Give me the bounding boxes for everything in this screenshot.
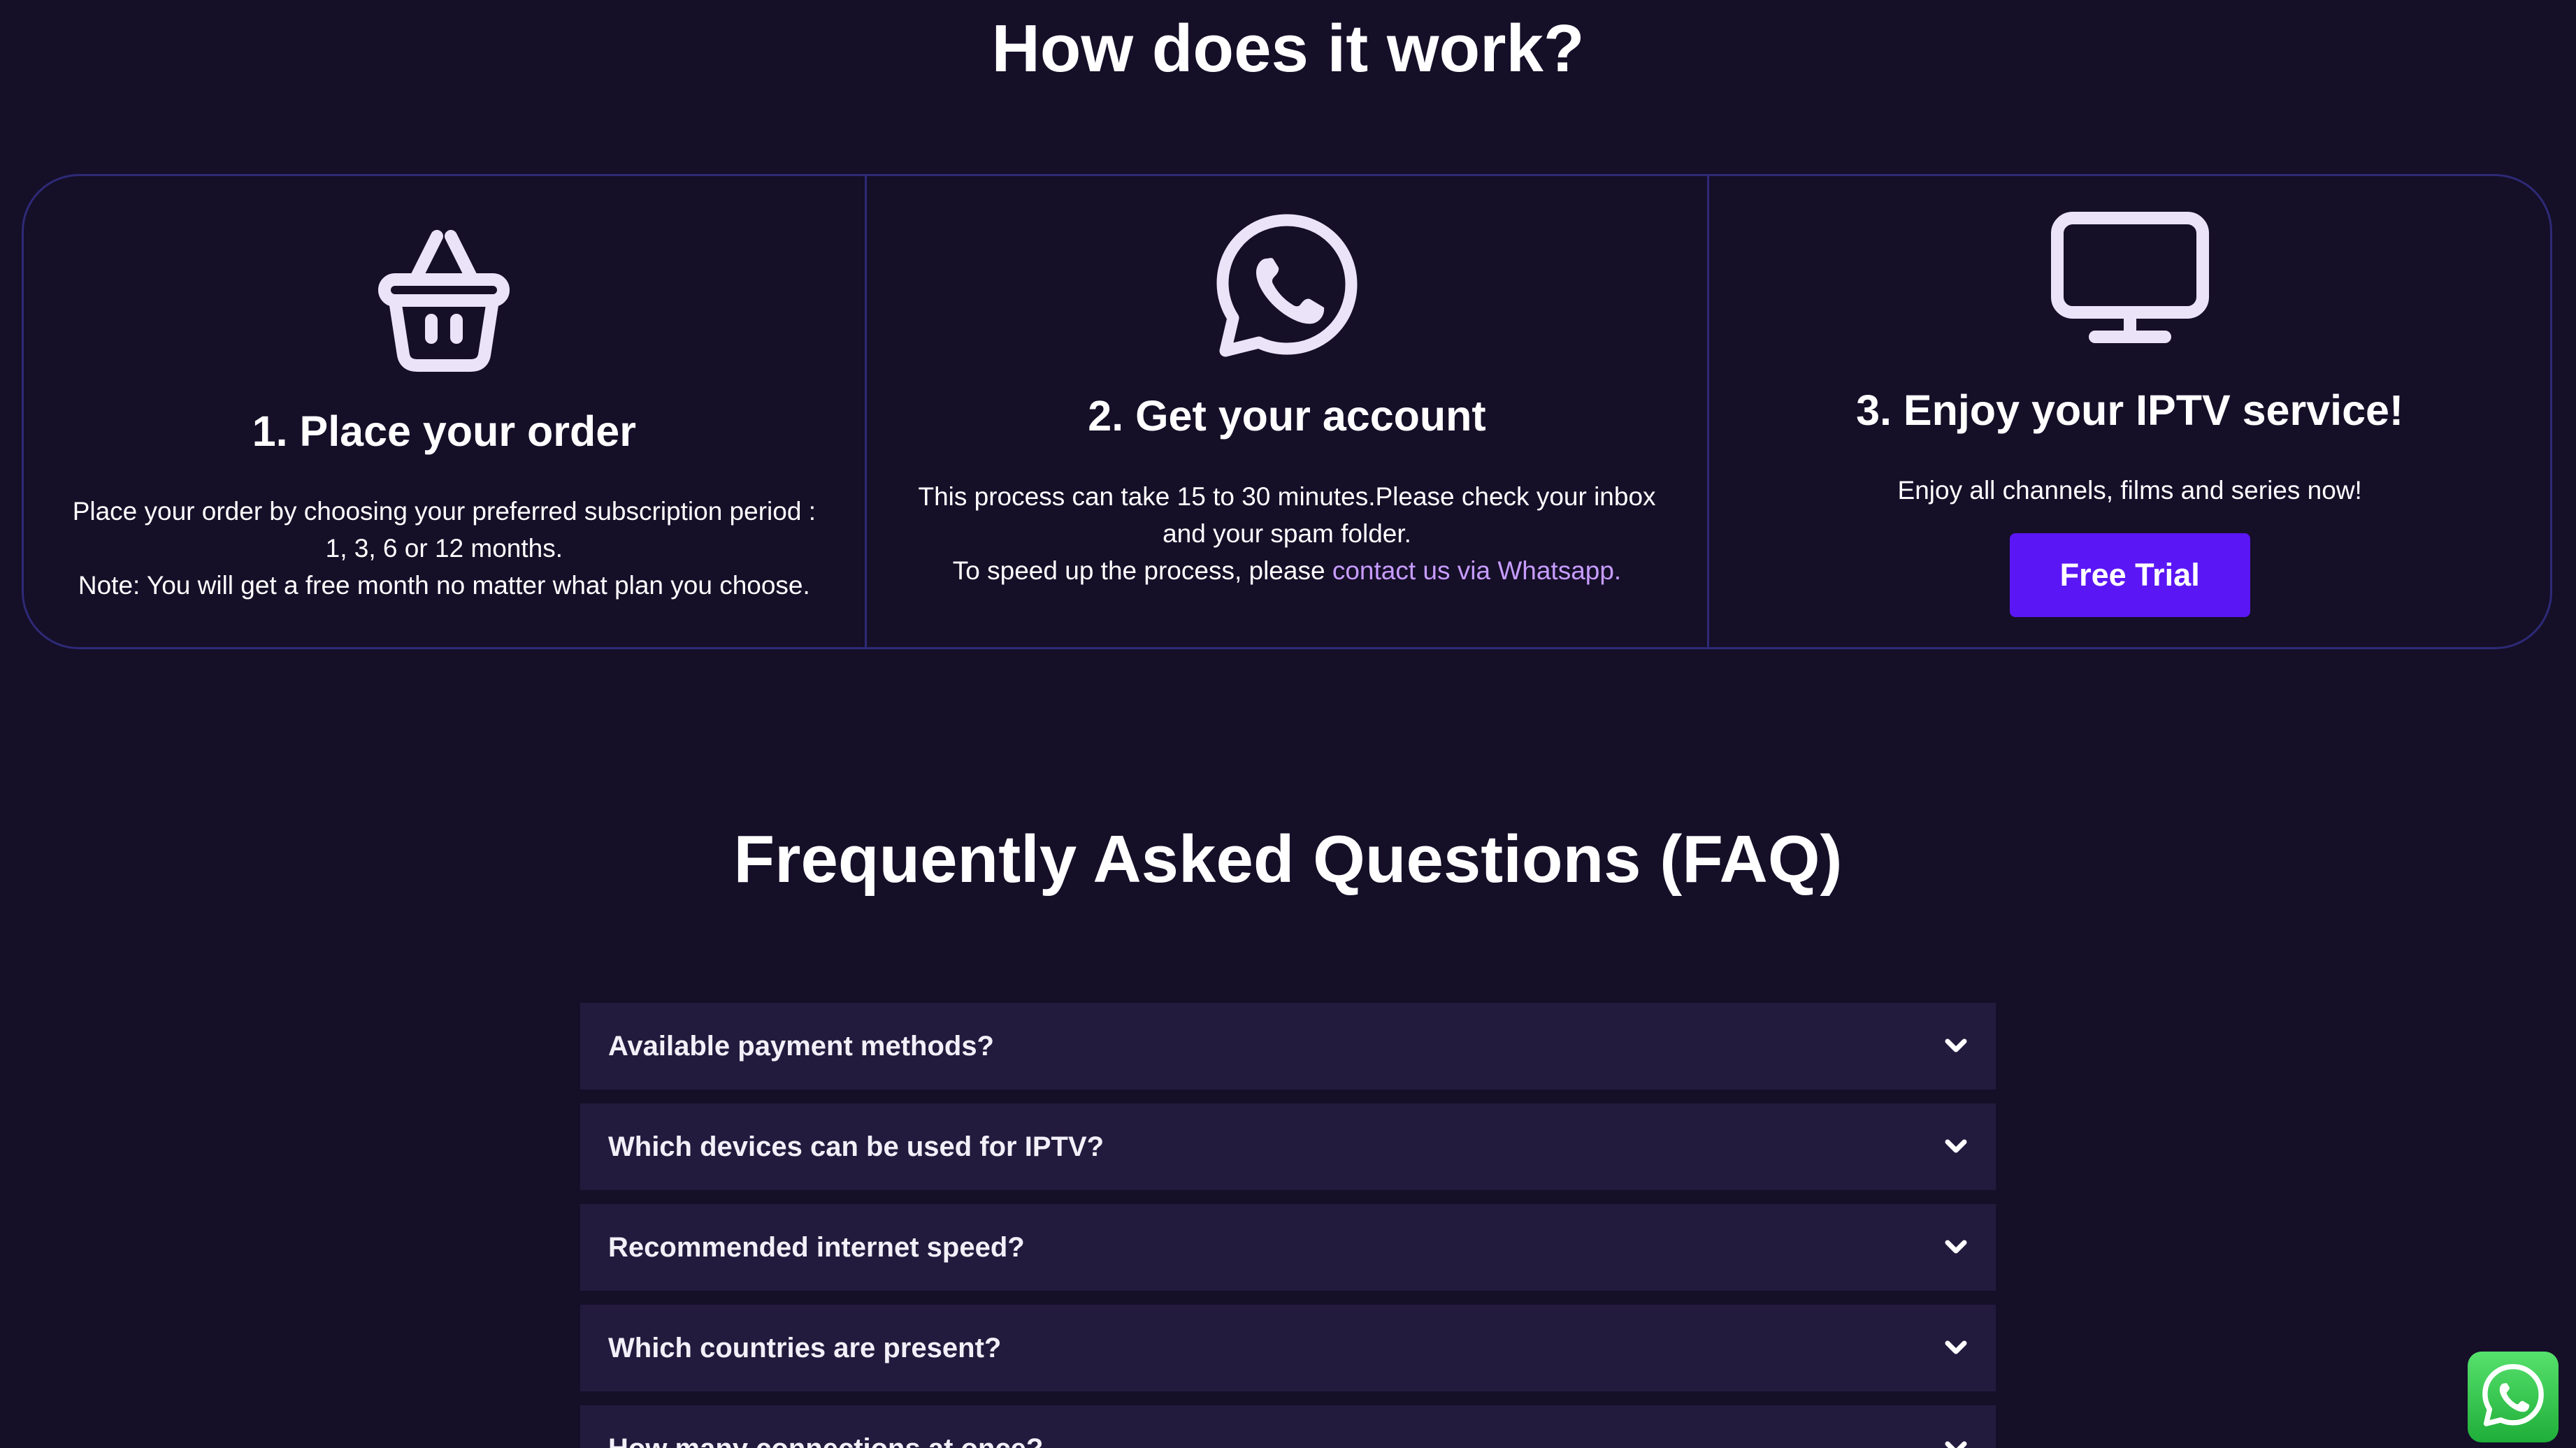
faq-question: Available payment methods? xyxy=(608,1030,994,1062)
free-trial-button[interactable]: Free Trial xyxy=(2009,533,2250,617)
faq-item-countries[interactable]: Which countries are present? xyxy=(580,1305,1996,1391)
whatsapp-float-button[interactable] xyxy=(2468,1352,2559,1442)
step-2-line-2: and your spam folder. xyxy=(1163,519,1411,548)
page: How does it work? 1. Place your order Pl… xyxy=(0,0,2576,1448)
faq-item-devices[interactable]: Which devices can be used for IPTV? xyxy=(580,1103,1996,1190)
step-2-speed-up-text: To speed up the process, please xyxy=(952,556,1332,585)
monitor-icon xyxy=(2046,210,2214,349)
faq-question: Which devices can be used for IPTV? xyxy=(608,1131,1104,1162)
basket-icon xyxy=(367,222,521,376)
faq-item-internet-speed[interactable]: Recommended internet speed? xyxy=(580,1204,1996,1291)
steps-card: 1. Place your order Place your order by … xyxy=(22,174,2552,649)
faq-item-payment-methods[interactable]: Available payment methods? xyxy=(580,1003,1996,1089)
faq-question: How many connections at once? xyxy=(608,1433,1043,1448)
chevron-down-icon xyxy=(1944,1340,1968,1356)
faq-item-connections[interactable]: How many connections at once? xyxy=(580,1405,1996,1448)
step-3-title: 3. Enjoy your IPTV service! xyxy=(1856,386,2404,434)
faq-list: Available payment methods? Which devices… xyxy=(580,1003,1996,1448)
step-3-line-1: Enjoy all channels, films and series now… xyxy=(1897,476,2362,505)
step-1-line-1: Place your order by choosing your prefer… xyxy=(72,497,816,526)
step-2-title: 2. Get your account xyxy=(1088,392,1486,440)
step-1-title: 1. Place your order xyxy=(252,407,636,455)
step-2-line-3: To speed up the process, please contact … xyxy=(909,552,1666,589)
faq-question: Which countries are present? xyxy=(608,1332,1002,1363)
faq-title: Frequently Asked Questions (FAQ) xyxy=(733,822,1843,897)
how-it-works-title: How does it work? xyxy=(991,11,1585,86)
step-1: 1. Place your order Place your order by … xyxy=(24,176,865,647)
step-1-line-3: Note: You will get a free month no matte… xyxy=(78,571,810,600)
step-1-description: Place your order by choosing your prefer… xyxy=(66,493,823,604)
faq-question: Recommended internet speed? xyxy=(608,1231,1025,1263)
chevron-down-icon xyxy=(1944,1038,1968,1055)
step-3-description: Enjoy all channels, films and series now… xyxy=(1751,472,2508,509)
step-2-description: This process can take 15 to 30 minutes.P… xyxy=(909,478,1666,589)
whatsapp-icon xyxy=(2480,1362,2547,1433)
step-3: 3. Enjoy your IPTV service! Enjoy all ch… xyxy=(1707,176,2550,647)
chevron-down-icon xyxy=(1944,1239,1968,1256)
contact-whatsapp-link[interactable]: contact us via Whatsapp. xyxy=(1332,556,1621,585)
step-2: 2. Get your account This process can tak… xyxy=(864,176,1708,647)
step-1-line-2: 1, 3, 6 or 12 months. xyxy=(325,534,563,563)
chevron-down-icon xyxy=(1944,1138,1968,1155)
whatsapp-icon xyxy=(1210,210,1364,363)
step-2-line-1: This process can take 15 to 30 minutes.P… xyxy=(918,482,1656,511)
chevron-down-icon xyxy=(1944,1440,1968,1448)
